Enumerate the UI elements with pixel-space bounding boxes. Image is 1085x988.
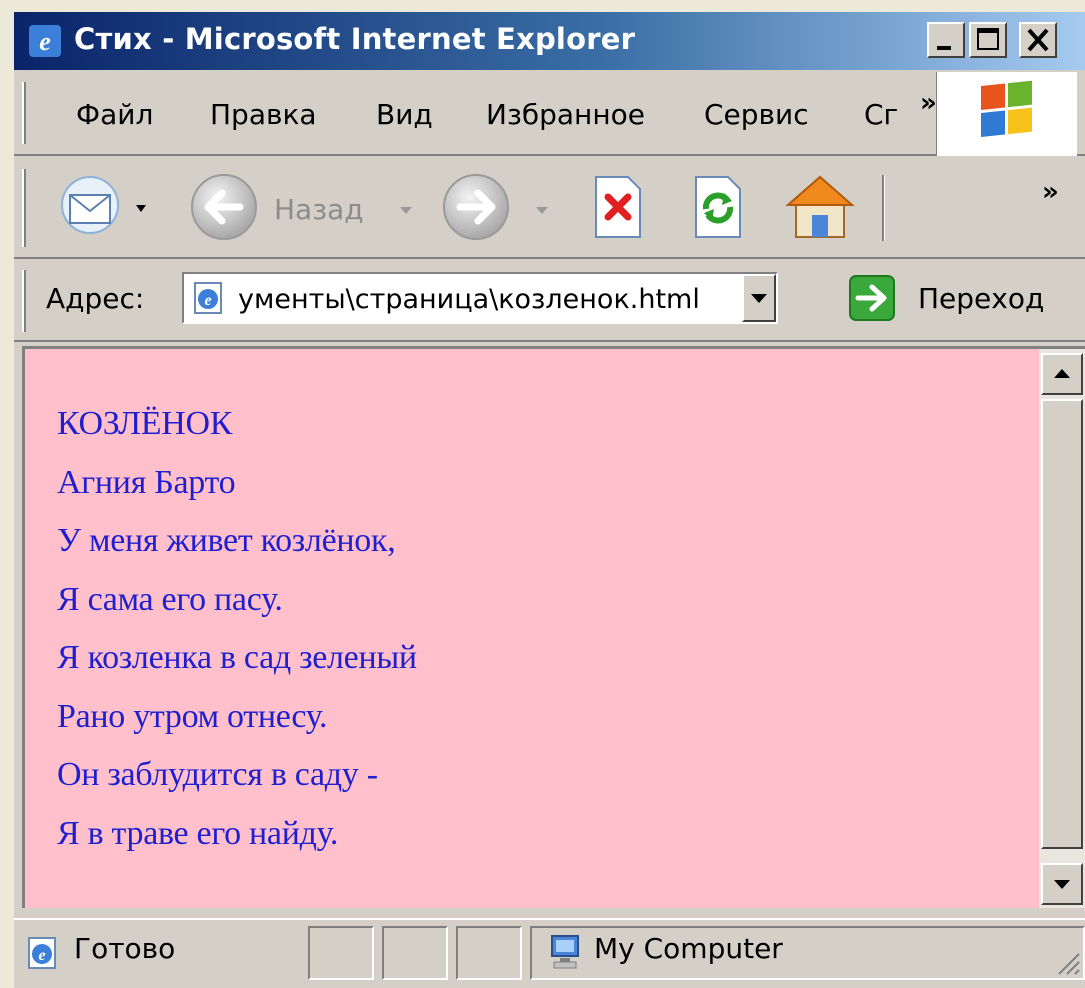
menu-bar: Файл Правка Вид Избранное Сервис Сг »	[14, 72, 1085, 156]
title-bar[interactable]: e Стих - Microsoft Internet Explorer	[14, 12, 1085, 70]
stop-button[interactable]	[588, 173, 648, 241]
status-text: Готово	[74, 932, 176, 965]
status-bar: e Готово My Computer	[14, 918, 1085, 988]
refresh-icon	[695, 176, 741, 238]
standard-toolbar: Назад »	[14, 157, 1085, 259]
mail-button[interactable]	[60, 173, 160, 241]
menu-edit[interactable]: Правка	[210, 98, 317, 131]
home-button[interactable]	[782, 171, 858, 243]
window-title: Стих - Microsoft Internet Explorer	[74, 22, 636, 56]
scroll-up-button[interactable]	[1041, 353, 1083, 395]
forward-arrow-icon	[443, 174, 509, 240]
menubar-grip[interactable]	[22, 82, 26, 144]
resize-grip-icon[interactable]	[1051, 946, 1081, 976]
go-button[interactable]	[848, 274, 906, 326]
poem-title: КОЗЛЁНОК	[57, 405, 233, 442]
svg-text:e: e	[39, 27, 51, 56]
status-panel	[382, 926, 448, 980]
zone-panel: My Computer	[530, 926, 1085, 980]
go-label[interactable]: Переход	[918, 282, 1044, 315]
minimize-icon	[937, 46, 951, 50]
maximize-button[interactable]	[969, 22, 1007, 58]
svg-text:e: e	[38, 947, 45, 964]
ie-icon: e	[29, 25, 61, 57]
poem-text: КОЗЛЁНОК Агния Барто У меня живет козлён…	[57, 395, 417, 863]
back-arrow-icon	[191, 174, 257, 240]
forward-dropdown-icon	[536, 207, 548, 214]
page-status-icon: e	[28, 937, 56, 969]
address-dropdown-button[interactable]	[742, 274, 776, 322]
poem-line: Я в траве его найду.	[57, 814, 339, 852]
chevron-down-icon	[751, 294, 767, 303]
browser-window: e Стих - Microsoft Internet Explorer Фай…	[14, 12, 1085, 988]
refresh-button[interactable]	[688, 173, 748, 241]
scroll-thumb[interactable]	[1041, 399, 1083, 849]
forward-button[interactable]	[440, 171, 560, 243]
menu-view[interactable]: Вид	[376, 98, 433, 131]
toolbar-overflow-chevron-icon[interactable]: »	[1042, 177, 1059, 207]
addressbar-grip[interactable]	[22, 270, 26, 332]
toolbar-grip[interactable]	[22, 169, 26, 247]
scroll-up-arrow-icon	[1054, 369, 1070, 378]
address-input[interactable]: e ументы\страница\козленок.html	[182, 272, 778, 324]
back-dropdown-icon	[400, 207, 412, 214]
menu-help[interactable]: Сг	[864, 98, 898, 131]
home-icon	[785, 175, 855, 238]
svg-text:e: e	[204, 292, 211, 309]
scroll-down-arrow-icon	[1054, 880, 1070, 889]
menu-tools[interactable]: Сервис	[704, 98, 809, 131]
stop-icon	[595, 176, 641, 238]
minimize-button[interactable]	[927, 22, 965, 58]
vertical-scrollbar[interactable]	[1039, 349, 1085, 908]
go-arrow-icon	[849, 275, 895, 321]
poem-line: У меня живет козлёнок,	[57, 522, 396, 559]
menu-favorites[interactable]: Избранное	[486, 98, 645, 131]
back-label: Назад	[274, 193, 364, 226]
toolbar-separator	[882, 175, 885, 241]
poem-author: Агния Барто	[57, 463, 236, 501]
scroll-down-button[interactable]	[1041, 863, 1083, 905]
back-button[interactable]: Назад	[188, 171, 418, 243]
address-value: ументы\страница\козленок.html	[238, 284, 700, 315]
address-bar: Адрес: e ументы\страница\козленок.html П…	[14, 260, 1085, 342]
poem-line: Я сама его пасу.	[57, 580, 283, 618]
zone-text: My Computer	[594, 932, 783, 965]
address-label: Адрес:	[46, 282, 145, 315]
close-button[interactable]	[1019, 22, 1057, 58]
windows-logo	[936, 72, 1077, 156]
windows-flag-icon	[981, 80, 1032, 137]
page-content: КОЗЛЁНОК Агния Барто У меня живет козлён…	[22, 346, 1085, 908]
status-panel	[456, 926, 522, 980]
menu-file[interactable]: Файл	[76, 98, 153, 131]
status-panel	[308, 926, 374, 980]
page-ie-icon: e	[194, 282, 222, 314]
my-computer-icon	[551, 935, 579, 969]
poem-line: Рано утром отнесу.	[57, 697, 328, 735]
poem-line: Я козленка в сад зеленый	[57, 639, 417, 676]
poem-line: Он заблудится в саду -	[57, 756, 378, 793]
menu-overflow-chevron-icon[interactable]: »	[920, 88, 937, 118]
mail-icon	[61, 176, 146, 234]
maximize-icon	[977, 28, 999, 50]
close-icon	[1027, 28, 1049, 52]
